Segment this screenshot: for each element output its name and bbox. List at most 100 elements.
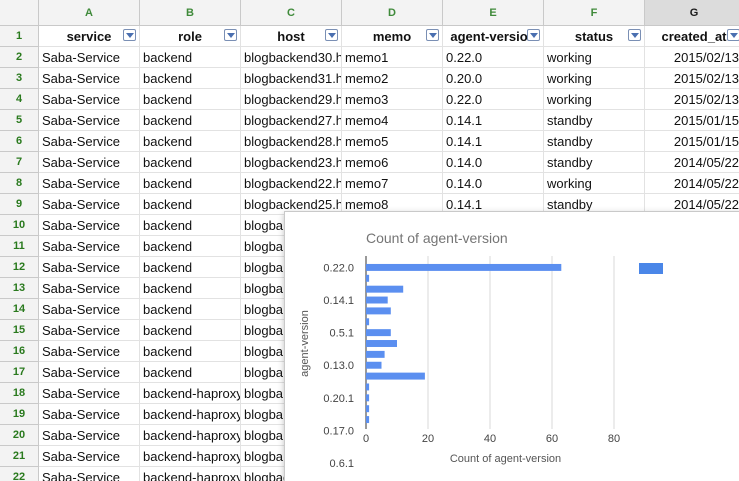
cell-role[interactable]: backend — [140, 257, 241, 278]
cell-status[interactable]: standby — [544, 131, 645, 152]
cell-role[interactable]: backend — [140, 173, 241, 194]
cell-role[interactable]: backend — [140, 152, 241, 173]
column-letter-a[interactable]: A — [39, 0, 140, 26]
row-number[interactable]: 12 — [0, 257, 39, 278]
cell-role[interactable]: backend — [140, 110, 241, 131]
cell-host[interactable]: blogbackend30.h — [241, 47, 342, 68]
cell-role[interactable]: backend-haproxy — [140, 383, 241, 404]
cell-created[interactable]: 2014/05/22 — [645, 173, 739, 194]
select-all-corner[interactable] — [0, 0, 39, 26]
column-letter-f[interactable]: F — [544, 0, 645, 26]
cell-role[interactable]: backend — [140, 320, 241, 341]
cell-service[interactable]: Saba-Service — [39, 383, 140, 404]
column-letter-b[interactable]: B — [140, 0, 241, 26]
cell-memo[interactable]: memo1 — [342, 47, 443, 68]
row-number[interactable]: 13 — [0, 278, 39, 299]
cell-memo[interactable]: memo7 — [342, 173, 443, 194]
header-cell-host[interactable]: host — [241, 26, 342, 47]
column-letter-g[interactable]: G — [645, 0, 739, 26]
cell-host[interactable]: blogbackend29.h — [241, 89, 342, 110]
cell-created[interactable]: 2015/02/13 — [645, 89, 739, 110]
cell-service[interactable]: Saba-Service — [39, 68, 140, 89]
cell-service[interactable]: Saba-Service — [39, 404, 140, 425]
cell-role[interactable]: backend — [140, 362, 241, 383]
cell-service[interactable]: Saba-Service — [39, 278, 140, 299]
row-number[interactable]: 22 — [0, 467, 39, 481]
filter-dropdown-icon[interactable] — [224, 29, 237, 41]
column-letter-c[interactable]: C — [241, 0, 342, 26]
row-number[interactable]: 3 — [0, 68, 39, 89]
header-cell-role[interactable]: role — [140, 26, 241, 47]
filter-dropdown-icon[interactable] — [325, 29, 338, 41]
cell-created[interactable]: 2015/01/15 — [645, 110, 739, 131]
cell-host[interactable]: blogbackend22.h — [241, 173, 342, 194]
cell-host[interactable]: blogbackend28.h — [241, 131, 342, 152]
cell-service[interactable]: Saba-Service — [39, 215, 140, 236]
cell-version[interactable]: 0.14.0 — [443, 173, 544, 194]
cell-role[interactable]: backend — [140, 131, 241, 152]
filter-dropdown-icon[interactable] — [123, 29, 136, 41]
row-number[interactable]: 16 — [0, 341, 39, 362]
cell-memo[interactable]: memo2 — [342, 68, 443, 89]
cell-service[interactable]: Saba-Service — [39, 341, 140, 362]
cell-memo[interactable]: memo6 — [342, 152, 443, 173]
cell-version[interactable]: 0.14.1 — [443, 131, 544, 152]
cell-service[interactable]: Saba-Service — [39, 467, 140, 481]
column-letter-d[interactable]: D — [342, 0, 443, 26]
row-number[interactable]: 20 — [0, 425, 39, 446]
cell-version[interactable]: 0.22.0 — [443, 89, 544, 110]
cell-version[interactable]: 0.22.0 — [443, 47, 544, 68]
cell-created[interactable]: 2015/02/13 — [645, 68, 739, 89]
cell-service[interactable]: Saba-Service — [39, 236, 140, 257]
cell-service[interactable]: Saba-Service — [39, 110, 140, 131]
cell-status[interactable]: working — [544, 173, 645, 194]
cell-service[interactable]: Saba-Service — [39, 131, 140, 152]
cell-role[interactable]: backend — [140, 278, 241, 299]
cell-service[interactable]: Saba-Service — [39, 152, 140, 173]
row-number[interactable]: 18 — [0, 383, 39, 404]
cell-host[interactable]: blogbackend23.h — [241, 152, 342, 173]
cell-version[interactable]: 0.20.0 — [443, 68, 544, 89]
cell-role[interactable]: backend — [140, 89, 241, 110]
filter-dropdown-icon[interactable] — [727, 29, 739, 41]
cell-created[interactable]: 2015/01/15 — [645, 131, 739, 152]
cell-host[interactable]: blogbackend31.h — [241, 68, 342, 89]
cell-role[interactable]: backend-haproxy — [140, 446, 241, 467]
header-cell-memo[interactable]: memo — [342, 26, 443, 47]
cell-status[interactable]: working — [544, 47, 645, 68]
row-number[interactable]: 21 — [0, 446, 39, 467]
column-letter-e[interactable]: E — [443, 0, 544, 26]
row-number[interactable]: 17 — [0, 362, 39, 383]
filter-dropdown-icon[interactable] — [426, 29, 439, 41]
row-number[interactable]: 9 — [0, 194, 39, 215]
cell-service[interactable]: Saba-Service — [39, 446, 140, 467]
cell-status[interactable]: working — [544, 68, 645, 89]
filter-dropdown-icon[interactable] — [527, 29, 540, 41]
row-number[interactable]: 8 — [0, 173, 39, 194]
cell-service[interactable]: Saba-Service — [39, 89, 140, 110]
filter-dropdown-icon[interactable] — [628, 29, 641, 41]
row-number[interactable]: 4 — [0, 89, 39, 110]
cell-status[interactable]: standby — [544, 152, 645, 173]
header-cell-status[interactable]: status — [544, 26, 645, 47]
cell-service[interactable]: Saba-Service — [39, 320, 140, 341]
row-number[interactable]: 19 — [0, 404, 39, 425]
cell-role[interactable]: backend-haproxy — [140, 404, 241, 425]
cell-role[interactable]: backend — [140, 341, 241, 362]
row-number[interactable]: 7 — [0, 152, 39, 173]
cell-service[interactable]: Saba-Service — [39, 299, 140, 320]
cell-service[interactable]: Saba-Service — [39, 257, 140, 278]
row-number[interactable]: 14 — [0, 299, 39, 320]
cell-role[interactable]: backend — [140, 68, 241, 89]
cell-version[interactable]: 0.14.0 — [443, 152, 544, 173]
cell-role[interactable]: backend — [140, 299, 241, 320]
cell-service[interactable]: Saba-Service — [39, 425, 140, 446]
cell-memo[interactable]: memo5 — [342, 131, 443, 152]
cell-service[interactable]: Saba-Service — [39, 194, 140, 215]
cell-role[interactable]: backend — [140, 47, 241, 68]
cell-memo[interactable]: memo4 — [342, 110, 443, 131]
row-number[interactable]: 15 — [0, 320, 39, 341]
row-number[interactable]: 1 — [0, 26, 39, 47]
row-number[interactable]: 5 — [0, 110, 39, 131]
cell-memo[interactable]: memo3 — [342, 89, 443, 110]
